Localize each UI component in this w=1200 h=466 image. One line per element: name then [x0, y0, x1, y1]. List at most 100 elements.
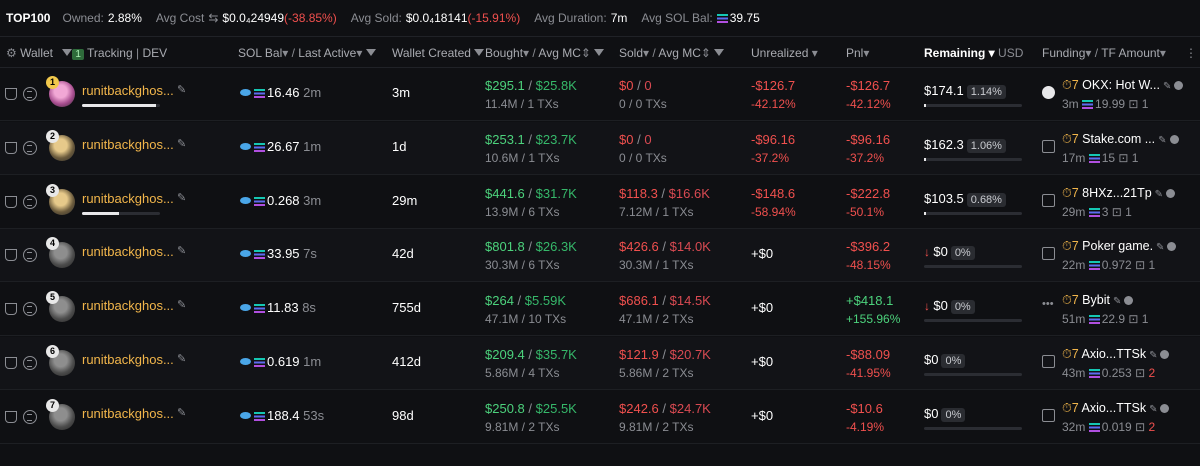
funding-source[interactable]: ⏱7 Axio...TTSk ✎ — [1062, 347, 1170, 362]
funding-icon[interactable] — [1042, 355, 1055, 368]
edit-icon[interactable]: ✎ — [177, 192, 186, 204]
remaining: ↓ $0 0% — [924, 244, 975, 261]
avatar[interactable]: 6 — [46, 345, 75, 376]
table-row[interactable]: 6 runitbackghos... ✎ 0.619 1m 412d $209.… — [0, 337, 1200, 390]
funding-icon[interactable] — [1042, 139, 1055, 153]
funding-source[interactable]: ⏱7 8HXz...21Tp ✎ — [1062, 186, 1176, 201]
wallet-name[interactable]: runitbackghos... — [82, 298, 174, 313]
funding-source[interactable]: ⏱7 Poker game. ✎ — [1062, 239, 1177, 254]
wallet-tag-icons: ✎ — [177, 298, 189, 311]
unrealized-value: +$0 — [751, 300, 774, 316]
wallet-created-header[interactable]: Wallet Created — [392, 46, 485, 60]
unrealized-header[interactable]: Unrealized ▾ — [751, 46, 818, 60]
pnl-pct: -37.2% — [846, 150, 885, 165]
pnl-header[interactable]: Pnl▾ — [846, 46, 869, 60]
remaining-value: $103.5 — [924, 190, 964, 206]
filter-wallet-icon[interactable] — [5, 88, 17, 100]
menu-icon[interactable] — [23, 87, 37, 101]
settings-icon[interactable]: ⚙ — [6, 46, 17, 60]
edit-icon[interactable]: ✎ — [177, 245, 186, 257]
table-row[interactable]: 1 runitbackghos... ✎ 16.46 2m 3m $295.1 … — [0, 68, 1200, 121]
filter-wallet-icon[interactable] — [5, 195, 17, 208]
avatar[interactable]: 4 — [46, 237, 75, 269]
wallet-created: 412d — [392, 354, 421, 369]
wallet-name[interactable]: runitbackghos... — [82, 137, 174, 152]
filter-icon[interactable] — [594, 49, 605, 56]
filter-icon[interactable] — [474, 49, 485, 56]
avatar[interactable]: 5 — [46, 291, 75, 323]
avatar[interactable]: 1 — [46, 76, 75, 107]
pnl-pct: -50.1% — [846, 204, 885, 219]
funding-icon[interactable] — [1042, 247, 1055, 261]
remaining-value: $0 — [933, 244, 948, 260]
filter-icon[interactable] — [714, 49, 725, 56]
wallet-created: 1d — [392, 138, 407, 154]
info-icon — [1167, 242, 1177, 252]
funding-icon[interactable] — [1042, 408, 1055, 422]
filter-wallet-icon[interactable] — [5, 303, 17, 316]
swap-icon[interactable]: ⇆ — [208, 11, 218, 25]
funding-sub: 51m 22.9 ⊡ 1 — [1062, 312, 1149, 327]
sold-header[interactable]: Sold▾ / Avg MC⇕ — [619, 46, 725, 60]
wallet-header[interactable]: ⚙ Wallet 1 Tracking | DEV — [6, 46, 167, 60]
wallet-name[interactable]: runitbackghos... — [82, 83, 174, 98]
funding-source[interactable]: ⏱7 Bybit ✎ — [1062, 293, 1134, 308]
edit-icon[interactable]: ✎ — [177, 138, 186, 150]
table-row[interactable]: 5 runitbackghos... ✎ 11.83 8s 755d $264 … — [0, 283, 1200, 337]
funding-source[interactable]: ⏱7 Axio...TTSk ✎ — [1062, 401, 1170, 416]
wallet-tag-icons: ✎ — [177, 406, 189, 419]
filter-icon[interactable] — [365, 49, 376, 56]
avg-sold-change: (-15.91%) — [467, 11, 521, 25]
avatar[interactable]: 2 — [46, 129, 75, 161]
table-row[interactable]: 7 runitbackghos... ✎ 188.4 53s 98d $250.… — [0, 391, 1200, 444]
filter-wallet-icon[interactable] — [5, 410, 17, 423]
menu-icon[interactable] — [23, 302, 37, 317]
edit-icon[interactable]: ✎ — [177, 299, 186, 311]
edit-icon[interactable]: ✎ — [177, 84, 186, 96]
remaining-header[interactable]: Remaining ▾ USD — [924, 46, 1023, 60]
sold-value: $121.9 / $20.7K — [619, 347, 711, 362]
funding-header[interactable]: Funding▾ / TF Amount▾ — [1042, 46, 1166, 60]
filter-wallet-icon[interactable] — [5, 249, 17, 262]
remaining-pct: 0% — [950, 300, 975, 315]
menu-icon[interactable] — [23, 248, 37, 263]
more-icon[interactable]: ⋮ — [1185, 46, 1197, 60]
tracking-toggle[interactable]: Tracking — [87, 46, 133, 60]
wallet-name[interactable]: runitbackghos... — [82, 352, 174, 367]
table-row[interactable]: 3 runitbackghos... ✎ 0.268 3m 29m $441.6… — [0, 176, 1200, 229]
exchange-icon[interactable] — [1042, 86, 1055, 99]
sold-value: $426.6 / $14.0K — [619, 239, 711, 255]
menu-icon[interactable] — [23, 194, 37, 209]
edit-icon[interactable]: ✎ — [177, 353, 186, 365]
avg-duration-value: 7m — [610, 11, 628, 25]
menu-icon[interactable] — [23, 356, 37, 370]
avatar[interactable]: 7 — [46, 398, 75, 430]
bought-sub: 47.1M / 10 TXs — [485, 312, 567, 327]
menu-icon[interactable] — [23, 140, 37, 155]
pnl-value: -$96.16 — [846, 131, 891, 147]
menu-icon[interactable] — [23, 409, 37, 424]
wallet-name[interactable]: runitbackghos... — [82, 406, 174, 421]
dev-toggle[interactable]: DEV — [142, 46, 167, 60]
remaining-bar — [924, 104, 1022, 107]
funding-icon[interactable] — [1042, 193, 1055, 207]
funding-source[interactable]: ⏱7 OKX: Hot W... ✎ — [1062, 78, 1184, 93]
sol-balance: 16.46 2m — [240, 85, 321, 100]
table-row[interactable]: 2 runitbackghos... ✎ 26.67 1m 1d $253.1 … — [0, 121, 1200, 175]
funding-source[interactable]: ⏱7 Stake.com ... ✎ — [1062, 132, 1179, 147]
wallet-created: 3m — [392, 85, 411, 100]
filter-wallet-icon[interactable] — [5, 357, 17, 369]
bought-value: $295.1 / $25.8K — [485, 78, 577, 93]
funding-icon[interactable]: ••• — [1042, 298, 1055, 311]
edit-icon[interactable]: ✎ — [177, 407, 186, 419]
filter-icon[interactable] — [62, 49, 73, 56]
bought-header[interactable]: Bought▾ / Avg MC⇕ — [485, 46, 605, 60]
sol-bal-header[interactable]: SOL Bal▾ / Last Active▾ — [238, 46, 376, 60]
filter-wallet-icon[interactable] — [5, 141, 17, 154]
solana-icon — [254, 250, 265, 260]
avatar[interactable]: 3 — [46, 183, 75, 215]
wallet-name[interactable]: runitbackghos... — [82, 191, 174, 206]
tx-icon: ⊡ — [1111, 204, 1122, 219]
wallet-name[interactable]: runitbackghos... — [82, 244, 174, 259]
table-row[interactable]: 4 runitbackghos... ✎ 33.95 7s 42d $801.8… — [0, 229, 1200, 283]
